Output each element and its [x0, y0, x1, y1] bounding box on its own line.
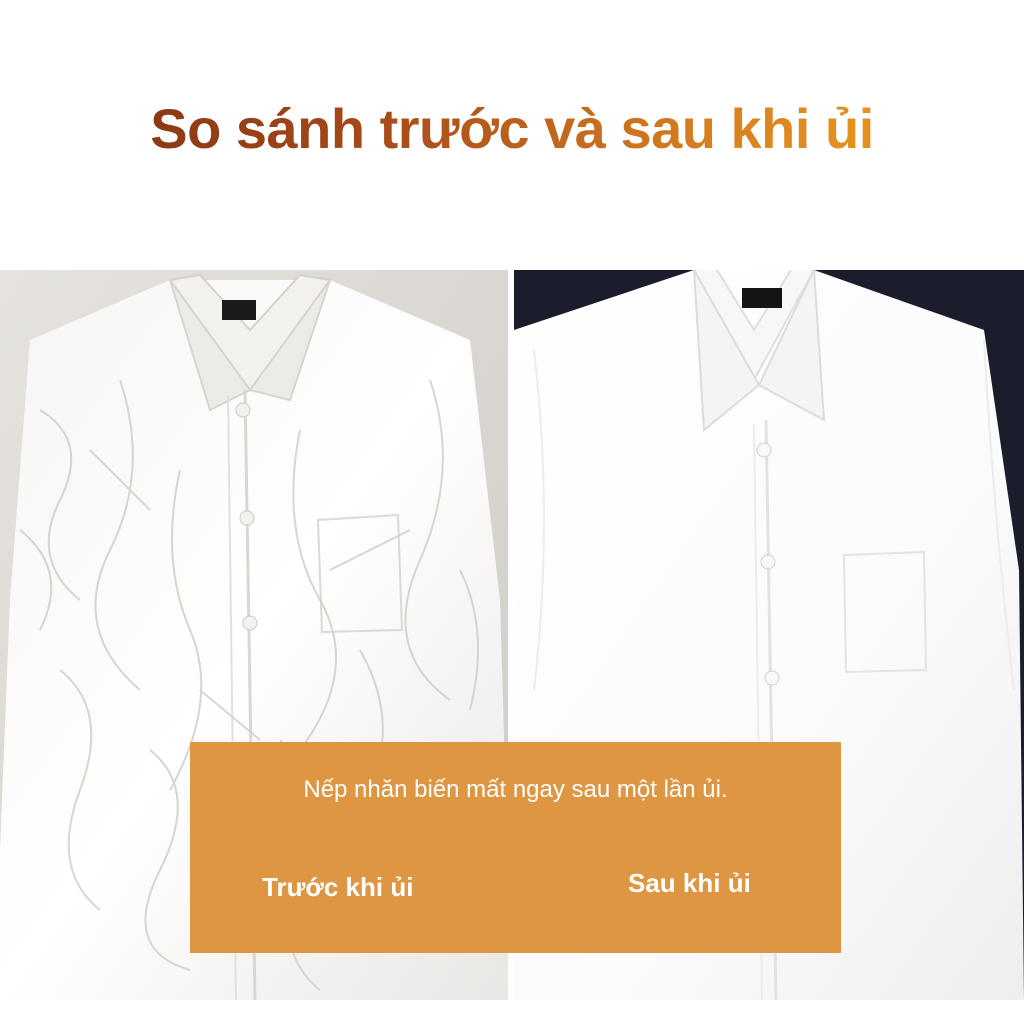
caption-text: Nếp nhăn biến mất ngay sau một lần ủi.: [303, 776, 728, 803]
page-title: So sánh trước và sau khi ủi: [0, 96, 1024, 161]
before-label: Trước khi ủi: [262, 872, 414, 902]
after-label: Sau khi ủi: [628, 868, 751, 898]
caption-panel: Nếp nhăn biến mất ngay sau một lần ủi. T…: [190, 742, 841, 953]
bottom-margin: [0, 1000, 1024, 1024]
